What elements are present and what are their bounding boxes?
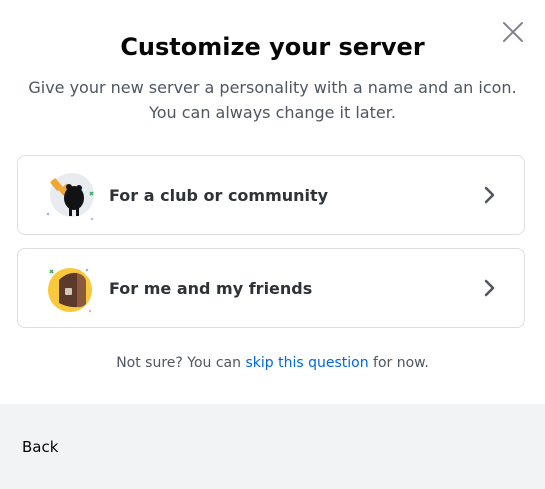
option-club-community[interactable]: For a club or community — [17, 155, 525, 235]
chevron-right-icon — [478, 276, 502, 300]
create-server-modal: Customize your server Give your new serv… — [0, 0, 545, 489]
friends-icon — [48, 268, 92, 313]
modal-title: Customize your server — [120, 33, 425, 61]
back-button[interactable]: Back — [22, 438, 58, 456]
modal-footer: Back — [0, 404, 545, 489]
option-label: For a club or community — [109, 185, 329, 205]
option-me-and-friends[interactable]: For me and my friends — [17, 248, 525, 328]
chevron-right-icon — [478, 183, 502, 207]
hint-prefix: Not sure? You can — [116, 355, 246, 371]
skip-hint: Not sure? You can skip this question for… — [0, 352, 545, 374]
club-community-icon — [46, 173, 94, 221]
hint-suffix: for now. — [368, 355, 429, 371]
option-label: For me and my friends — [109, 278, 313, 298]
skip-question-link[interactable]: skip this question — [245, 355, 368, 371]
modal-subtitle: Give your new server a personality with … — [28, 78, 517, 122]
